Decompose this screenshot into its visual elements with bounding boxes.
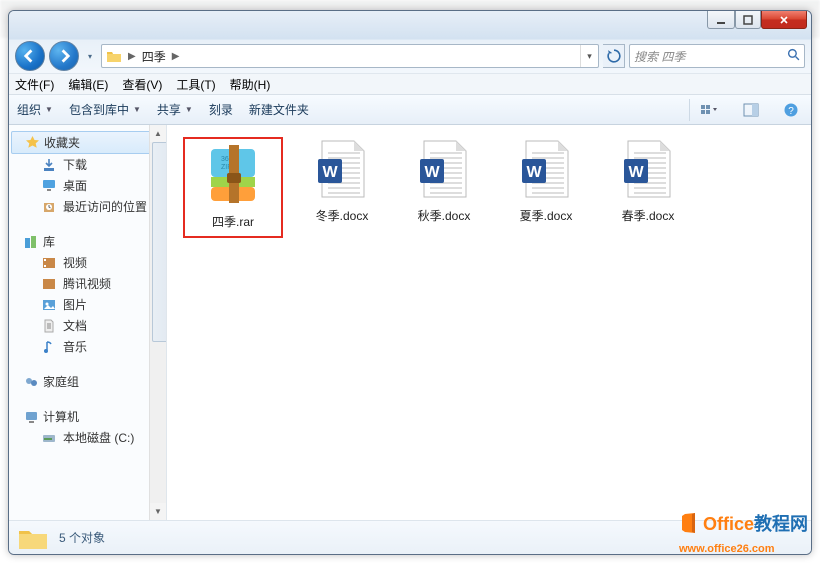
toolbar: 组织▼ 包含到库中▼ 共享▼ 刻录 新建文件夹 ? [9,95,811,125]
breadcrumb[interactable]: ▶ 四季 ▶ ▾ [101,44,599,68]
sidebar-item-desktop[interactable]: 桌面 [9,175,166,196]
word-document-icon: W [616,137,680,201]
sidebar: 收藏夹 下载 桌面 最近访问的位置 库 视频 腾讯视频 图片 文档 音乐 家庭组 [9,125,167,520]
sidebar-item-videos[interactable]: 视频 [9,252,166,273]
sidebar-homegroup[interactable]: 家庭组 [9,371,166,392]
tb-organize[interactable]: 组织▼ [17,101,53,118]
svg-text:W: W [424,164,440,181]
scroll-up-icon[interactable]: ▲ [150,125,166,142]
music-icon [41,339,57,355]
file-name-label: 春季.docx [622,207,675,224]
menu-help[interactable]: 帮助(H) [230,76,271,93]
libraries-icon [23,234,39,250]
download-icon [41,157,57,173]
sidebar-scrollbar[interactable]: ▲ ▼ [149,125,166,520]
sidebar-libraries[interactable]: 库 [9,231,166,252]
tb-burn[interactable]: 刻录 [209,101,233,118]
scroll-thumb[interactable] [152,142,167,342]
sidebar-favorites[interactable]: 收藏夹 [11,131,164,154]
sidebar-computer[interactable]: 计算机 [9,406,166,427]
search-input[interactable]: 搜索 四季 [629,44,805,68]
tb-share[interactable]: 共享▼ [157,101,193,118]
documents-icon [41,318,57,334]
sidebar-item-disk-c[interactable]: 本地磁盘 (C:) [9,427,166,448]
file-name-label: 秋季.docx [418,207,471,224]
preview-pane-button[interactable] [739,99,763,121]
tb-new-folder[interactable]: 新建文件夹 [249,101,309,118]
status-count: 5 个对象 [59,529,105,546]
file-item[interactable]: 360 ZIP 四季.rar [183,137,283,238]
archive-icon: 360 ZIP [201,143,265,207]
view-options-button[interactable] [689,99,723,121]
close-button[interactable] [761,11,807,29]
menu-file[interactable]: 文件(F) [15,76,54,93]
file-name-label: 夏季.docx [520,207,573,224]
file-item[interactable]: W 夏季.docx [503,137,589,238]
recent-icon [41,199,57,215]
search-placeholder: 搜索 四季 [634,48,685,65]
scroll-down-icon[interactable]: ▼ [150,503,166,520]
file-list[interactable]: 360 ZIP 四季.rar W 冬季.docx W 秋季.docx W 夏季.… [167,125,811,520]
search-icon [787,48,800,64]
desktop-icon [41,178,57,194]
breadcrumb-current[interactable]: 四季 [138,48,170,65]
sidebar-item-recent[interactable]: 最近访问的位置 [9,196,166,217]
history-dropdown[interactable]: ▾ [83,46,97,66]
tb-include-in-library[interactable]: 包含到库中▼ [69,101,141,118]
body: 收藏夹 下载 桌面 最近访问的位置 库 视频 腾讯视频 图片 文档 音乐 家庭组 [9,125,811,520]
maximize-button[interactable] [735,11,761,29]
svg-text:W: W [628,164,644,181]
office-logo-icon [679,512,701,534]
breadcrumb-dropdown[interactable]: ▾ [580,45,598,67]
folder-icon [104,46,124,66]
sidebar-favorites-label: 收藏夹 [44,134,80,151]
sidebar-item-downloads[interactable]: 下载 [9,154,166,175]
forward-button[interactable] [49,41,79,71]
sidebar-item-documents[interactable]: 文档 [9,315,166,336]
svg-text:W: W [322,164,338,181]
word-document-icon: W [514,137,578,201]
svg-text:?: ? [788,106,794,117]
title-bar [9,11,811,39]
folder-icon [17,525,49,551]
homegroup-icon [23,374,39,390]
watermark: Office教程网 www.office26.com [679,510,808,557]
computer-icon [23,409,39,425]
file-item[interactable]: W 秋季.docx [401,137,487,238]
file-item[interactable]: W 春季.docx [605,137,691,238]
video-icon [41,255,57,271]
file-name-label: 冬季.docx [316,207,369,224]
explorer-window: ▾ ▶ 四季 ▶ ▾ 搜索 四季 文件(F) 编辑(E) 查看(V) 工具(T)… [8,10,812,555]
sidebar-item-tencent-video[interactable]: 腾讯视频 [9,273,166,294]
breadcrumb-sep-icon: ▶ [170,51,182,62]
minimize-button[interactable] [707,11,735,29]
menu-bar: 文件(F) 编辑(E) 查看(V) 工具(T) 帮助(H) [9,73,811,95]
pictures-icon [41,297,57,313]
help-button[interactable]: ? [779,99,803,121]
word-document-icon: W [310,137,374,201]
breadcrumb-sep-icon: ▶ [126,51,138,62]
menu-tools[interactable]: 工具(T) [176,76,215,93]
word-document-icon: W [412,137,476,201]
video-icon [41,276,57,292]
back-button[interactable] [15,41,45,71]
file-name-label: 四季.rar [212,213,254,230]
sidebar-item-music[interactable]: 音乐 [9,336,166,357]
disk-icon [41,430,57,446]
menu-view[interactable]: 查看(V) [122,76,162,93]
nav-row: ▾ ▶ 四季 ▶ ▾ 搜索 四季 [9,39,811,73]
star-icon [24,135,40,151]
refresh-button[interactable] [603,44,625,68]
svg-text:W: W [526,164,542,181]
file-item[interactable]: W 冬季.docx [299,137,385,238]
sidebar-item-pictures[interactable]: 图片 [9,294,166,315]
menu-edit[interactable]: 编辑(E) [68,76,108,93]
